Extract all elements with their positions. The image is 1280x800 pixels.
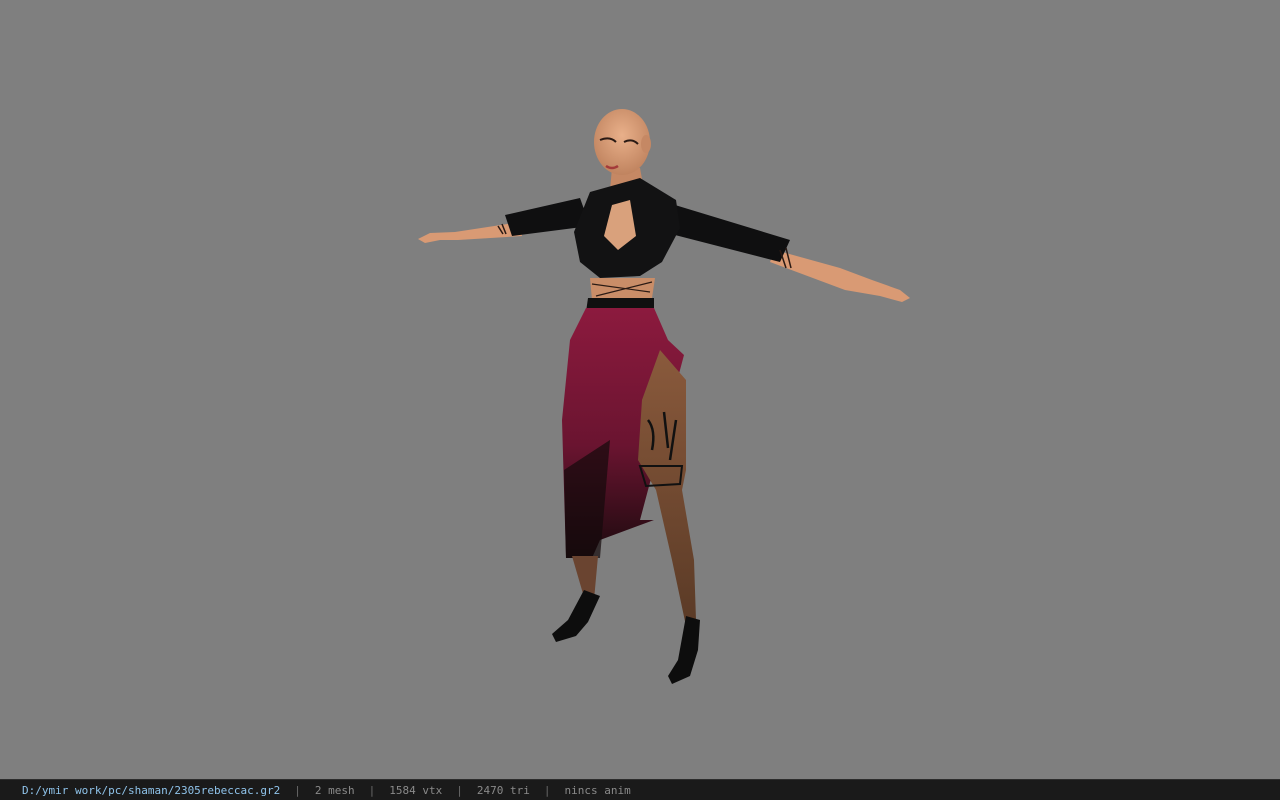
status-separator: |	[368, 783, 376, 797]
character-model	[418, 109, 910, 684]
torso	[574, 178, 680, 312]
status-separator: |	[543, 783, 551, 797]
animation-status: nincs anim	[564, 783, 631, 797]
head	[594, 109, 651, 190]
file-path: D:/ymir work/pc/shaman/2305rebeccac.gr2	[22, 783, 281, 797]
mesh-count: 2 mesh	[314, 783, 355, 797]
right-arm	[675, 205, 910, 302]
triangle-count: 2470 tri	[476, 783, 530, 797]
3d-viewport[interactable]	[0, 0, 1280, 779]
status-bar: D:/ymir work/pc/shaman/2305rebeccac.gr2 …	[0, 779, 1280, 800]
left-arm	[418, 198, 590, 243]
status-separator: |	[456, 783, 463, 797]
shoes	[552, 590, 700, 684]
status-separator: |	[294, 783, 301, 797]
vertex-count: 1584 vtx	[389, 783, 443, 797]
